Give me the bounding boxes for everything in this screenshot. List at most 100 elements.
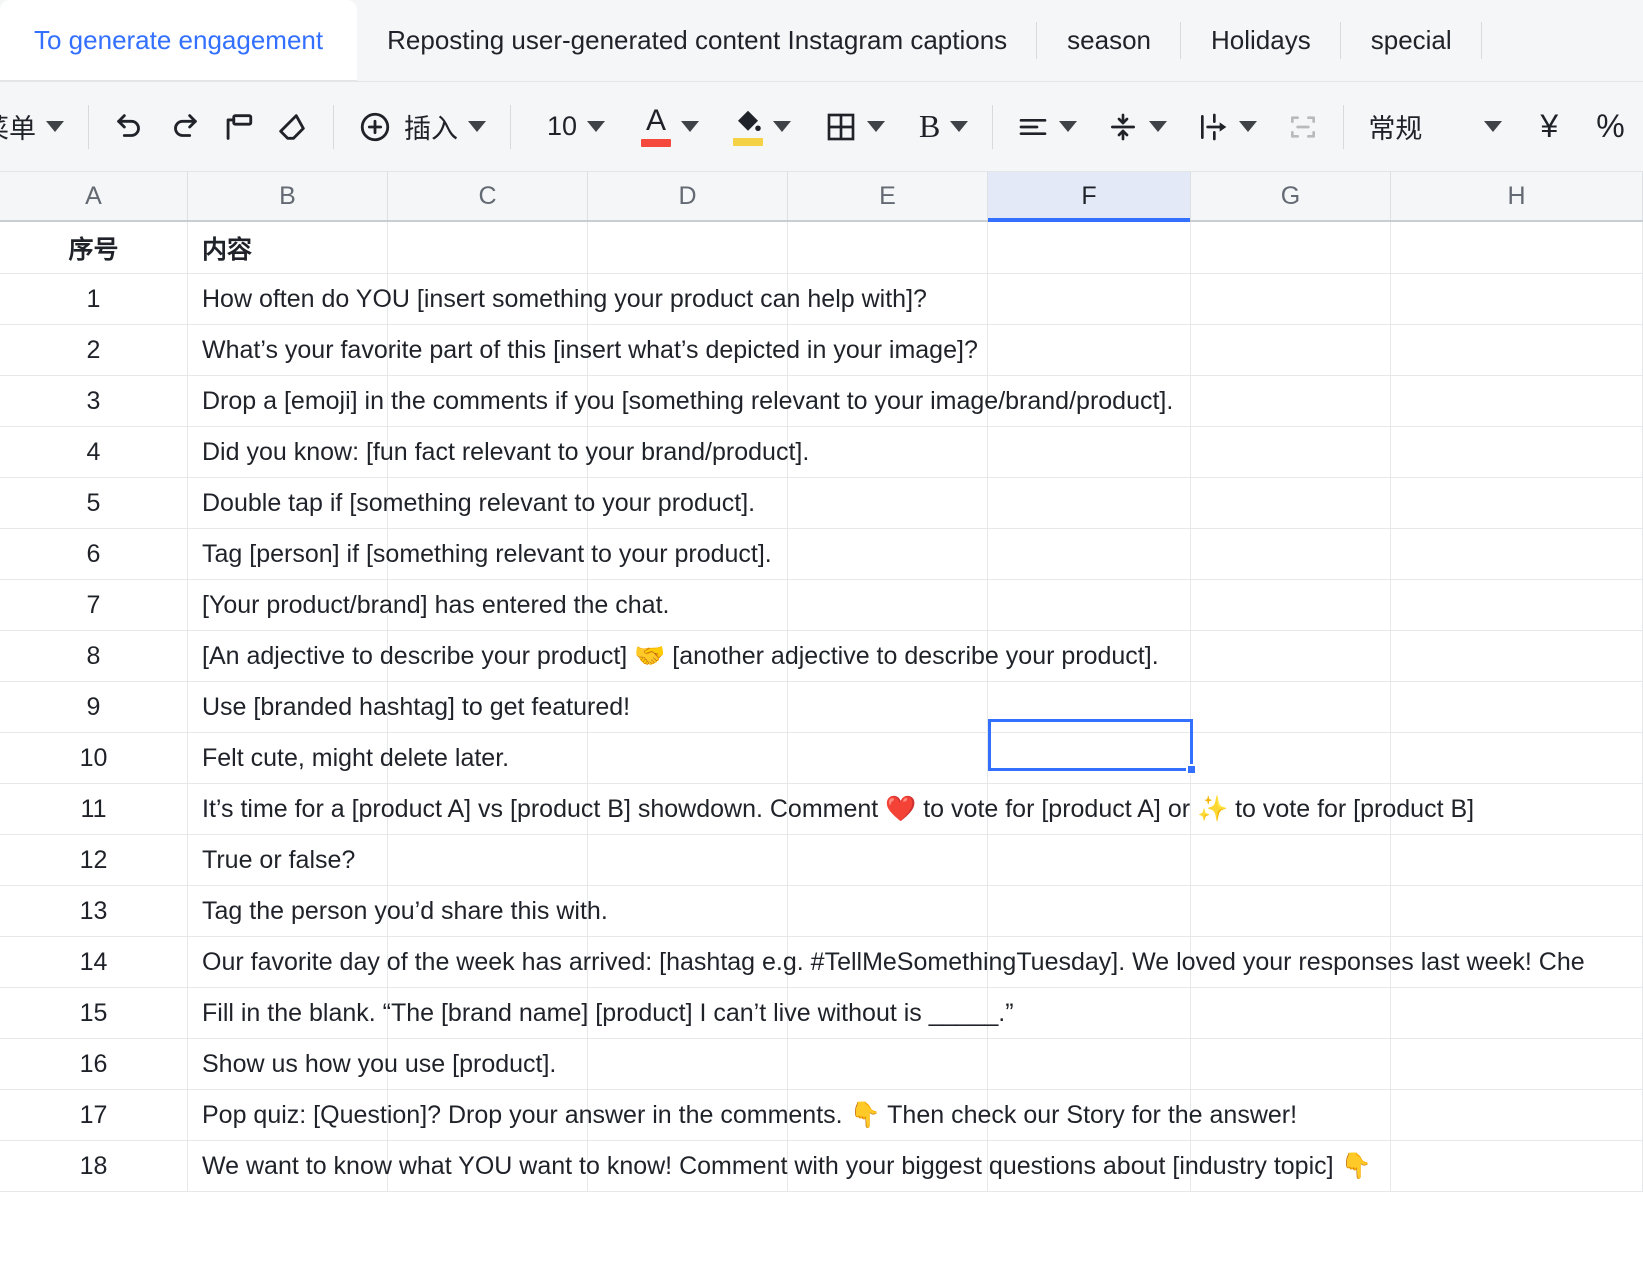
cell-H19[interactable] (1391, 1141, 1643, 1191)
cell-A8[interactable]: 7 (0, 580, 188, 630)
cell-G2[interactable] (1191, 274, 1391, 324)
cell-B17[interactable]: Show us how you use [product]. (188, 1039, 556, 1089)
cell-H18[interactable] (1391, 1090, 1643, 1140)
sheet-tab-1[interactable]: Reposting user-generated content Instagr… (357, 0, 1038, 81)
cell-F6[interactable] (988, 478, 1191, 528)
fill-color-button[interactable] (723, 99, 801, 155)
cell-A15[interactable]: 14 (0, 937, 188, 987)
cell-B5[interactable]: Did you know: [fun fact relevant to your… (188, 427, 809, 477)
cell-A6[interactable]: 5 (0, 478, 188, 528)
column-header-E[interactable]: E (788, 172, 988, 220)
column-header-B[interactable]: B (188, 172, 388, 220)
percent-format-button[interactable]: % (1586, 99, 1634, 155)
sheet-tab-4[interactable]: special (1341, 0, 1482, 81)
cell-A7[interactable]: 6 (0, 529, 188, 579)
cell-G4[interactable] (1191, 376, 1391, 426)
cell-A2[interactable]: 1 (0, 274, 188, 324)
cell-A12[interactable]: 11 (0, 784, 188, 834)
sheet-tab-3[interactable]: Holidays (1181, 0, 1341, 81)
cell-B11[interactable]: Felt cute, might delete later. (188, 733, 509, 783)
cell-A18[interactable]: 17 (0, 1090, 188, 1140)
cell-H16[interactable] (1391, 988, 1643, 1038)
cell-D11[interactable] (588, 733, 788, 783)
cell-G3[interactable] (1191, 325, 1391, 375)
cell-E10[interactable] (788, 682, 988, 732)
cell-A19[interactable]: 18 (0, 1141, 188, 1191)
cell-B4[interactable]: Drop a [emoji] in the comments if you [s… (188, 376, 1173, 426)
cell-B18[interactable]: Pop quiz: [Question]? Drop your answer i… (188, 1090, 1297, 1140)
cell-E6[interactable] (788, 478, 988, 528)
cell-H7[interactable] (1391, 529, 1643, 579)
cell-B1[interactable]: 内容 (188, 222, 388, 273)
cell-H2[interactable] (1391, 274, 1643, 324)
cell-A3[interactable]: 2 (0, 325, 188, 375)
cell-G5[interactable] (1191, 427, 1391, 477)
cell-F2[interactable] (988, 274, 1191, 324)
clear-format-button[interactable] (265, 99, 319, 155)
undo-button[interactable] (103, 99, 157, 155)
cell-B15[interactable]: Our favorite day of the week has arrived… (188, 937, 1585, 987)
cell-A17[interactable]: 16 (0, 1039, 188, 1089)
cell-B3[interactable]: What’s your favorite part of this [inser… (188, 325, 978, 375)
cell-H10[interactable] (1391, 682, 1643, 732)
cell-E11[interactable] (788, 733, 988, 783)
redo-button[interactable] (157, 99, 211, 155)
cell-H13[interactable] (1391, 835, 1643, 885)
cell-B9[interactable]: [An adjective to describe your product] … (188, 631, 1159, 681)
cell-G7[interactable] (1191, 529, 1391, 579)
cell-B2[interactable]: How often do YOU [insert something your … (188, 274, 927, 324)
cell-H11[interactable] (1391, 733, 1643, 783)
cell-B16[interactable]: Fill in the blank. “The [brand name] [pr… (188, 988, 1014, 1038)
currency-format-button[interactable]: ¥ (1530, 99, 1568, 155)
cell-F16[interactable] (988, 988, 1191, 1038)
cell-B7[interactable]: Tag [person] if [something relevant to y… (188, 529, 772, 579)
wrap-text-button[interactable] (1187, 99, 1267, 155)
cell-D13[interactable] (588, 835, 788, 885)
column-header-G[interactable]: G (1191, 172, 1391, 220)
cell-A11[interactable]: 10 (0, 733, 188, 783)
cell-H3[interactable] (1391, 325, 1643, 375)
cell-C13[interactable] (388, 835, 588, 885)
sheet-tab-2[interactable]: season (1037, 0, 1182, 81)
fill-handle[interactable] (1186, 764, 1197, 775)
cell-B12[interactable]: It’s time for a [product A] vs [product … (188, 784, 1474, 834)
column-header-A[interactable]: A (0, 172, 188, 220)
cell-F7[interactable] (988, 529, 1191, 579)
cell-G10[interactable] (1191, 682, 1391, 732)
cell-F11[interactable] (988, 733, 1191, 783)
cell-G11[interactable] (1191, 733, 1391, 783)
cell-H9[interactable] (1391, 631, 1643, 681)
cell-H6[interactable] (1391, 478, 1643, 528)
cell-B14[interactable]: Tag the person you’d share this with. (188, 886, 608, 936)
cell-G13[interactable] (1191, 835, 1391, 885)
font-size-selector[interactable]: 10 (537, 99, 615, 155)
cell-E14[interactable] (788, 886, 988, 936)
merge-cells-button[interactable] (1277, 99, 1329, 155)
cell-F3[interactable] (988, 325, 1191, 375)
cell-H17[interactable] (1391, 1039, 1643, 1089)
cell-E5[interactable] (788, 427, 988, 477)
cell-F8[interactable] (988, 580, 1191, 630)
cell-A10[interactable]: 9 (0, 682, 188, 732)
cell-E17[interactable] (788, 1039, 988, 1089)
cell-C1[interactable] (388, 222, 588, 273)
cell-B10[interactable]: Use [branded hashtag] to get featured! (188, 682, 630, 732)
cell-A5[interactable]: 4 (0, 427, 188, 477)
cell-B13[interactable]: True or false? (188, 835, 388, 885)
cell-F5[interactable] (988, 427, 1191, 477)
column-header-F[interactable]: F (988, 172, 1191, 222)
bold-button[interactable]: B (909, 99, 978, 155)
cell-A13[interactable]: 12 (0, 835, 188, 885)
cell-F13[interactable] (988, 835, 1191, 885)
cell-G9[interactable] (1191, 631, 1391, 681)
cell-A16[interactable]: 15 (0, 988, 188, 1038)
number-format-selector[interactable]: 常规 (1358, 99, 1512, 155)
insert-button[interactable]: 插入 (348, 99, 496, 155)
cell-H1[interactable] (1391, 222, 1643, 273)
column-header-H[interactable]: H (1391, 172, 1643, 220)
cell-D14[interactable] (588, 886, 788, 936)
cell-G1[interactable] (1191, 222, 1391, 273)
cell-E7[interactable] (788, 529, 988, 579)
cell-G16[interactable] (1191, 988, 1391, 1038)
cell-F1[interactable] (988, 222, 1191, 273)
